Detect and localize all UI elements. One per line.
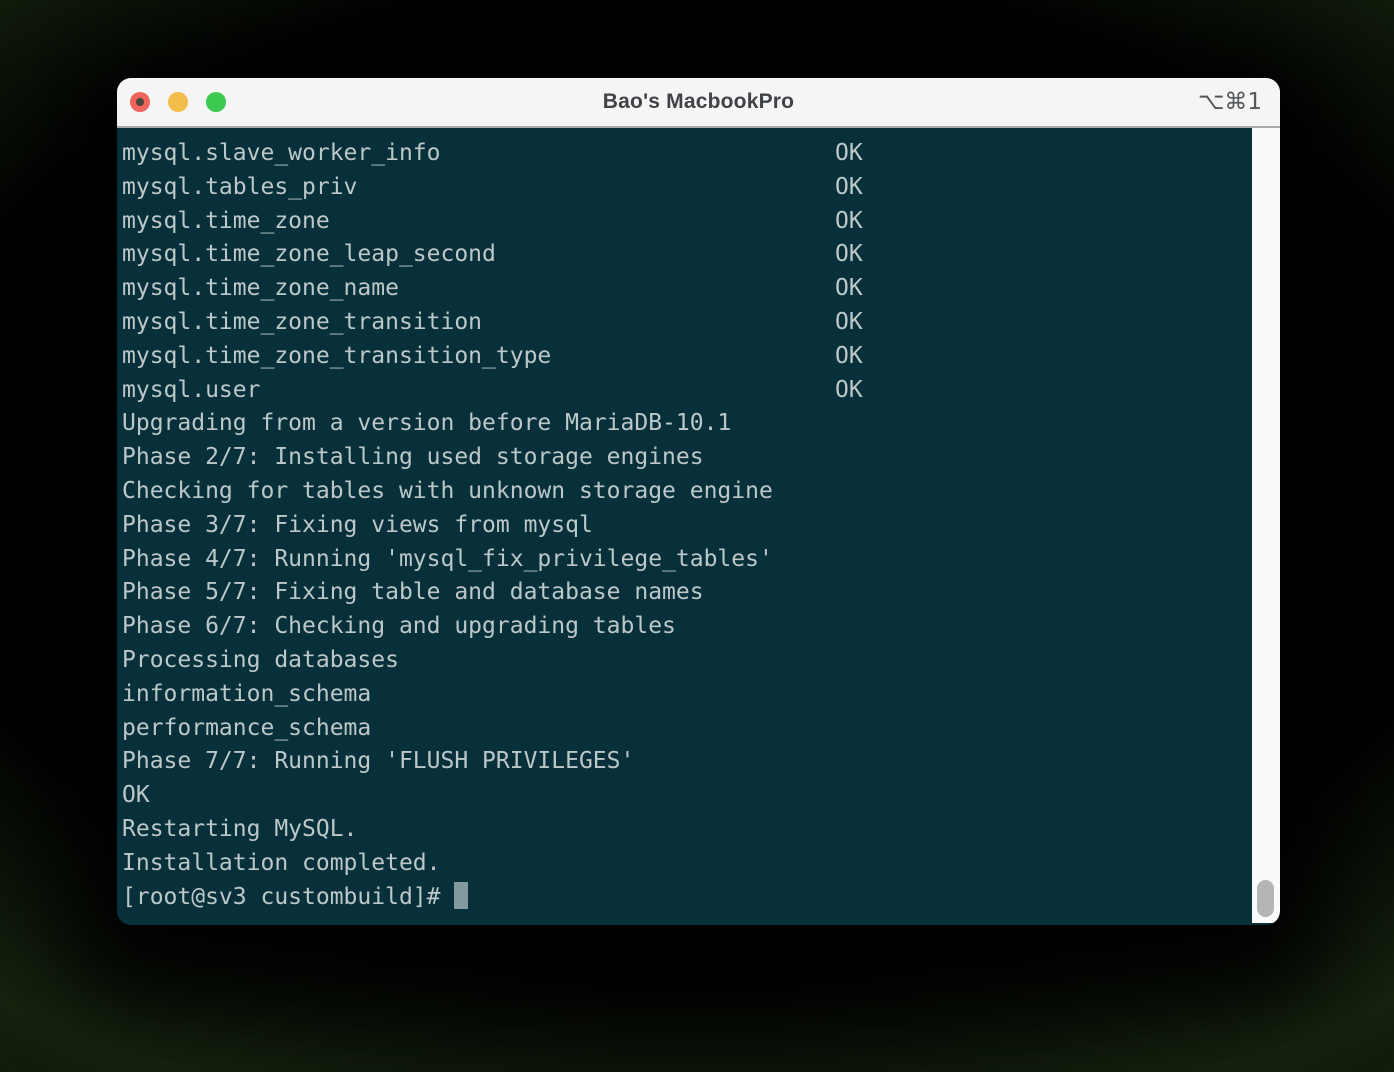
terminal-line-text: Phase 5/7: Fixing table and database nam…	[122, 579, 704, 605]
terminal-line-text: Checking for tables with unknown storage…	[122, 478, 773, 504]
terminal-line: Installation completed.	[122, 847, 1252, 881]
status-ok: OK	[835, 377, 863, 403]
status-ok: OK	[835, 241, 863, 267]
terminal-area: mysql.slave_worker_infoOKmysql.tables_pr…	[117, 128, 1280, 923]
terminal-line: Processing databases	[122, 644, 1252, 678]
terminal-line-text: Restarting MySQL.	[122, 816, 357, 842]
terminal-line: Phase 2/7: Installing used storage engin…	[122, 441, 1252, 475]
terminal-line-text: mysql.slave_worker_info	[122, 137, 835, 171]
zoom-button[interactable]	[206, 92, 226, 112]
terminal-line-text: performance_schema	[122, 715, 371, 741]
window-title: Bao's MacbookPro	[603, 90, 794, 114]
terminal-line: Phase 5/7: Fixing table and database nam…	[122, 576, 1252, 610]
window-titlebar[interactable]: Bao's MacbookPro ⌥⌘1	[117, 78, 1280, 128]
terminal-line: mysql.time_zone_nameOK	[122, 272, 1252, 306]
terminal-line-text: OK	[122, 782, 150, 808]
status-ok: OK	[835, 140, 863, 166]
status-ok: OK	[835, 208, 863, 234]
terminal-line: Checking for tables with unknown storage…	[122, 475, 1252, 509]
terminal-line-text: mysql.tables_priv	[122, 171, 835, 205]
terminal-line-text: Processing databases	[122, 647, 399, 673]
status-ok: OK	[835, 343, 863, 369]
terminal-line: mysql.time_zone_transition_typeOK	[122, 340, 1252, 374]
terminal-line: Phase 3/7: Fixing views from mysql	[122, 509, 1252, 543]
terminal-line-text: Phase 2/7: Installing used storage engin…	[122, 444, 704, 470]
terminal-line: mysql.userOK	[122, 374, 1252, 408]
close-button[interactable]	[130, 92, 150, 112]
terminal-line: OK	[122, 779, 1252, 813]
traffic-lights	[130, 78, 226, 126]
terminal-cursor	[454, 882, 468, 909]
close-dot-icon	[136, 98, 144, 106]
terminal-line: information_schema	[122, 678, 1252, 712]
window-shortcut-badge: ⌥⌘1	[1198, 89, 1262, 115]
terminal-line-text: Phase 7/7: Running 'FLUSH PRIVILEGES'	[122, 748, 634, 774]
terminal-screen[interactable]: mysql.slave_worker_infoOKmysql.tables_pr…	[117, 128, 1252, 923]
shell-prompt-line: [root@sv3 custombuild]#	[122, 881, 1252, 915]
status-ok: OK	[835, 275, 863, 301]
terminal-line: mysql.tables_privOK	[122, 171, 1252, 205]
terminal-window: Bao's MacbookPro ⌥⌘1 mysql.slave_worker_…	[117, 78, 1280, 925]
scrollbar-thumb[interactable]	[1257, 880, 1274, 917]
terminal-line-text: Installation completed.	[122, 850, 441, 876]
minimize-button[interactable]	[168, 92, 188, 112]
terminal-line-text: [root@sv3 custombuild]#	[122, 884, 454, 910]
terminal-line: Phase 7/7: Running 'FLUSH PRIVILEGES'	[122, 745, 1252, 779]
terminal-line: mysql.slave_worker_infoOK	[122, 137, 1252, 171]
terminal-line: performance_schema	[122, 712, 1252, 746]
terminal-line: mysql.time_zone_leap_secondOK	[122, 238, 1252, 272]
status-ok: OK	[835, 309, 863, 335]
terminal-line-text: mysql.time_zone_leap_second	[122, 238, 835, 272]
terminal-line-text: Phase 3/7: Fixing views from mysql	[122, 512, 593, 538]
terminal-line-text: mysql.user	[122, 374, 835, 408]
terminal-line-text: mysql.time_zone	[122, 205, 835, 239]
terminal-line: Restarting MySQL.	[122, 813, 1252, 847]
terminal-line-text: mysql.time_zone_transition	[122, 306, 835, 340]
terminal-line: Phase 6/7: Checking and upgrading tables	[122, 610, 1252, 644]
scrollbar-track[interactable]	[1252, 128, 1280, 923]
terminal-line-text: information_schema	[122, 681, 371, 707]
status-ok: OK	[835, 174, 863, 200]
terminal-line: mysql.time_zoneOK	[122, 205, 1252, 239]
terminal-line: Upgrading from a version before MariaDB-…	[122, 407, 1252, 441]
terminal-line: mysql.time_zone_transitionOK	[122, 306, 1252, 340]
terminal-line-text: mysql.time_zone_transition_type	[122, 340, 835, 374]
terminal-line-text: Phase 6/7: Checking and upgrading tables	[122, 613, 676, 639]
terminal-line-text: mysql.time_zone_name	[122, 272, 835, 306]
terminal-line-text: Phase 4/7: Running 'mysql_fix_privilege_…	[122, 546, 773, 572]
terminal-line: Phase 4/7: Running 'mysql_fix_privilege_…	[122, 543, 1252, 577]
terminal-line-text: Upgrading from a version before MariaDB-…	[122, 410, 731, 436]
